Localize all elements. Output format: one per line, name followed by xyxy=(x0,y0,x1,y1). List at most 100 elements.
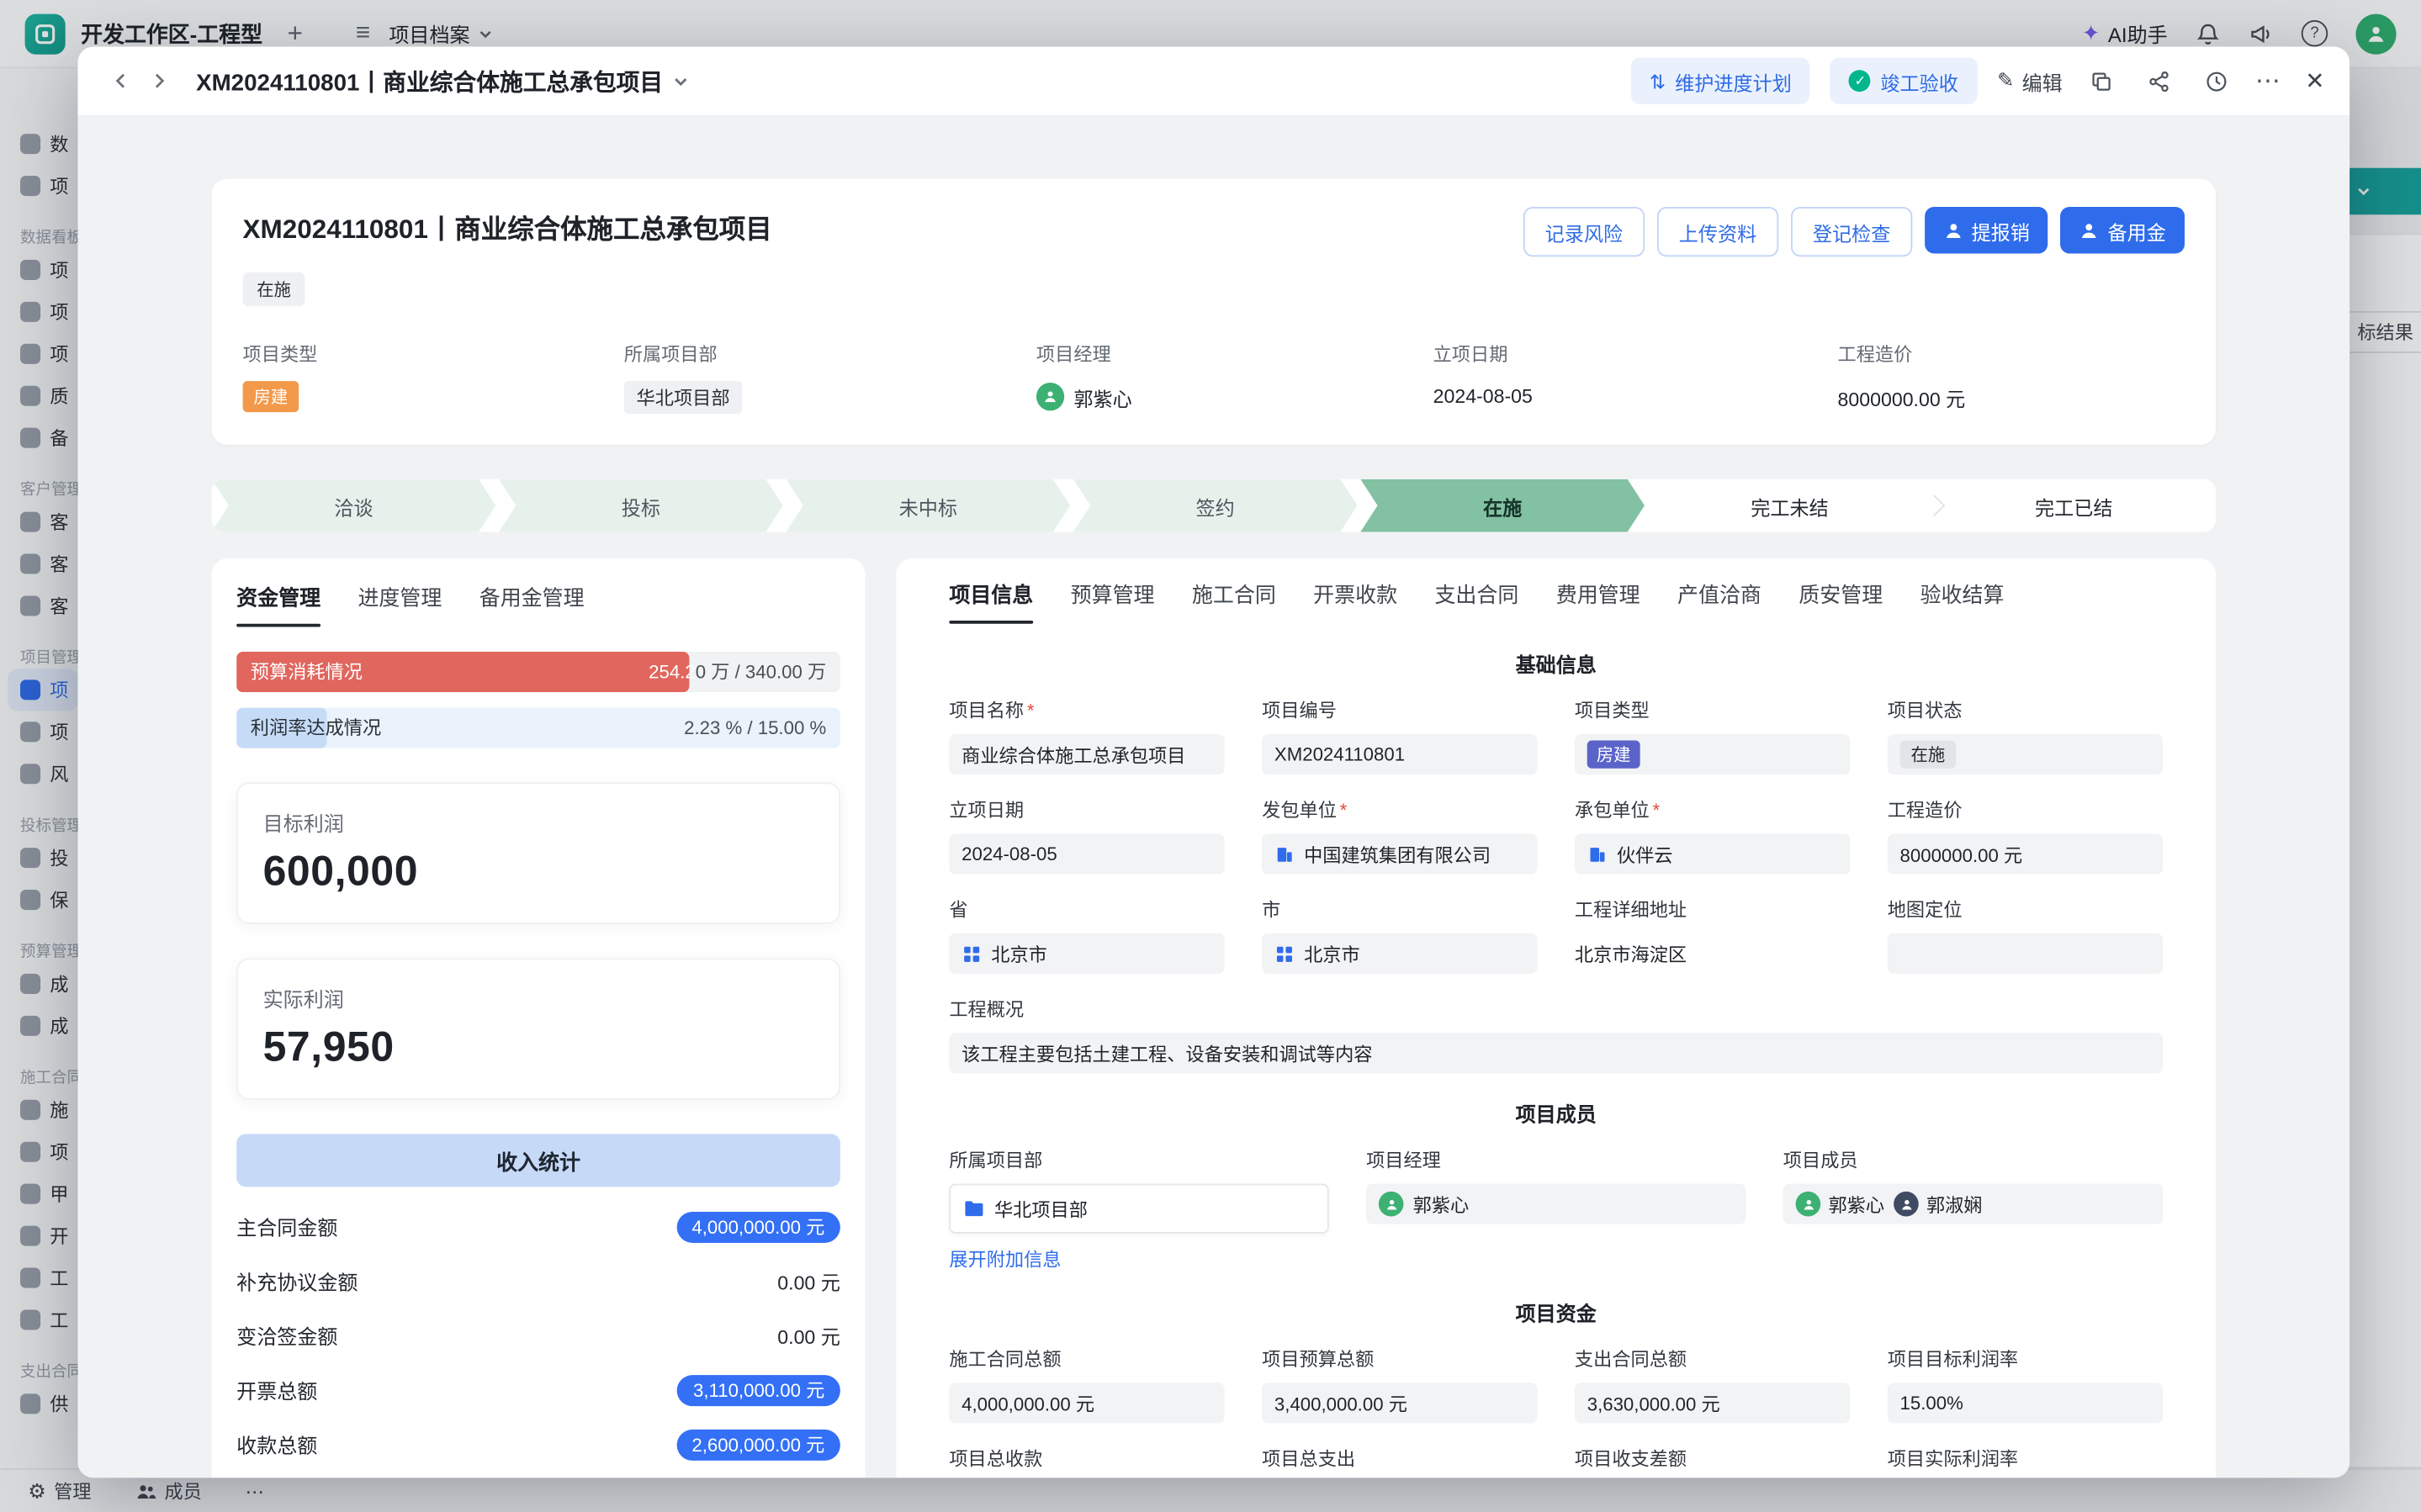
back-icon[interactable] xyxy=(103,62,140,99)
building-icon xyxy=(1587,843,1608,864)
income-statistics-button[interactable]: 收入统计 xyxy=(236,1134,840,1187)
field-project-cost: 工程造价 8000000.00 元 xyxy=(1888,796,2163,874)
summary-field-type: 项目类型 房建 xyxy=(243,341,624,414)
budget-consumption-bar: 预算消耗情况 254.20 万 / 340.00 万 xyxy=(236,652,840,692)
field-address: 工程详细地址 北京市海淀区 xyxy=(1575,896,1850,973)
project-detail-modal: XM2024110801丨商业综合体施工总承包项目 ⇅ 维护进度计划 ✓ 竣工验… xyxy=(77,46,2349,1478)
field-project-type: 项目类型 房建 xyxy=(1575,697,1850,775)
money-value-badge[interactable]: 3,110,000.00 元 xyxy=(678,1374,840,1405)
right-panel-tab[interactable]: 验收结算 xyxy=(1920,577,2005,623)
actual-profit-card: 实际利润 57,950 xyxy=(236,958,840,1099)
more-icon[interactable]: ⋯ xyxy=(2255,66,2281,97)
summary-action-button[interactable]: 记录风险 xyxy=(1523,207,1645,256)
edit-button[interactable]: ✎ 编辑 xyxy=(1997,66,2063,96)
project-type-tag: 房建 xyxy=(243,381,299,412)
left-panel-tab[interactable]: 资金管理 xyxy=(236,580,321,626)
right-panel-tab[interactable]: 质安管理 xyxy=(1799,577,1883,623)
modal-title[interactable]: XM2024110801丨商业综合体施工总承包项目 xyxy=(196,65,690,98)
funds-panel: 资金管理 进度管理 备用金管理 预算消耗情况 254.20 万 / 340.00… xyxy=(212,558,866,1478)
forward-icon[interactable] xyxy=(140,62,177,99)
fund-field: 项目预算总额 3,400,000.00 元 xyxy=(1262,1345,1537,1423)
field-department: 所属项目部 华北项目部 展开附加信息 xyxy=(949,1146,1328,1272)
field-province: 省 北京市 xyxy=(949,896,1224,973)
right-panel-tab[interactable]: 预算管理 xyxy=(1071,577,1155,623)
summary-primary-button[interactable]: 提报销 xyxy=(1925,207,2048,253)
section-basic-info: 基础信息 xyxy=(949,648,2163,678)
team-member: 郭淑娴 xyxy=(1894,1191,1982,1217)
money-row: 变洽签金额 0.00 元 xyxy=(236,1308,840,1363)
money-row: 合同应收 1,000,000.00 元 xyxy=(236,1472,840,1478)
grid-icon xyxy=(1274,944,1295,964)
money-value-badge[interactable]: 0.00 元 xyxy=(777,1266,840,1296)
money-row: 收款总额 2,600,000.00 元 xyxy=(236,1417,840,1472)
target-profit-card: 目标利润 600,000 xyxy=(236,782,840,923)
money-value-badge[interactable]: 2,600,000.00 元 xyxy=(676,1429,840,1460)
copy-icon[interactable] xyxy=(2083,62,2120,99)
status-badge: 在施 xyxy=(243,272,305,307)
profit-rate-bar: 利润率达成情况 2.23 % / 15.00 % xyxy=(236,708,840,748)
fund-field: 施工合同总额 4,000,000.00 元 xyxy=(949,1345,1224,1423)
stepper-step[interactable]: 未中标 xyxy=(786,479,1070,532)
right-panel-tab[interactable]: 费用管理 xyxy=(1556,577,1640,623)
avatar xyxy=(1379,1192,1404,1217)
field-project-code: 项目编号 XM2024110801 xyxy=(1262,697,1537,775)
field-manager: 项目经理 郭紫心 xyxy=(1366,1146,1746,1272)
stepper-step[interactable]: 完工已结 xyxy=(1931,479,2216,532)
summary-field-manager: 项目经理 郭紫心 xyxy=(1036,341,1433,414)
stepper-step[interactable]: 投标 xyxy=(499,479,783,532)
person-icon xyxy=(1943,220,1963,241)
field-map-location: 地图定位 xyxy=(1888,896,2163,973)
money-value-badge[interactable]: 0.00 元 xyxy=(777,1320,840,1350)
right-panel-tab[interactable]: 开票收款 xyxy=(1313,577,1397,623)
summary-field-cost: 工程造价 8000000.00 元 xyxy=(1838,341,2185,414)
right-panel-tab[interactable]: 项目信息 xyxy=(949,577,1033,623)
avatar xyxy=(1796,1192,1821,1217)
section-funds: 项目资金 xyxy=(949,1298,2163,1327)
expand-extra-info-link[interactable]: 展开附加信息 xyxy=(949,1246,1328,1272)
right-panel-tab[interactable]: 支出合同 xyxy=(1434,577,1518,623)
avatar xyxy=(1894,1192,1919,1217)
money-row: 开票总额 3,110,000.00 元 xyxy=(236,1362,840,1417)
field-team-members: 项目成员 郭紫心 xyxy=(1783,1146,2163,1272)
stepper-step[interactable]: 在施 xyxy=(1360,479,1645,532)
project-title: XM2024110801丨商业综合体施工总承包项目 xyxy=(243,207,772,246)
project-stage-stepper: 洽谈 投标 未中标 签约 在施 完工未结 完工已结 xyxy=(212,479,2216,532)
field-start-date: 立项日期 2024-08-05 xyxy=(949,796,1224,874)
modal-header: XM2024110801丨商业综合体施工总承包项目 ⇅ 维护进度计划 ✓ 竣工验… xyxy=(77,46,2349,116)
history-clock-icon[interactable] xyxy=(2198,62,2235,99)
fund-field: 项目收支差额 57,950.00 元 xyxy=(1575,1445,1850,1478)
project-info-panel: 项目信息 预算管理 施工合同 开票收款 支出合同 费用管理 产值洽商 xyxy=(896,558,2216,1478)
field-overview: 工程概况 该工程主要包括土建工程、设备安装和调试等内容 xyxy=(949,996,2163,1073)
field-contractor: 承包单位* 伙伴云 xyxy=(1575,796,1850,874)
app-root: 开发工作区-工程型 + ≡ 项目档案 ✦ AI助手 ? xyxy=(0,0,2421,1512)
stepper-step[interactable]: 洽谈 xyxy=(212,479,496,532)
money-value-badge[interactable]: 4,000,000.00 元 xyxy=(676,1211,840,1242)
sort-icon: ⇅ xyxy=(1650,69,1666,93)
summary-action-button[interactable]: 上传资料 xyxy=(1657,207,1778,256)
stepper-step[interactable]: 完工未结 xyxy=(1648,479,1932,532)
left-panel-tab[interactable]: 备用金管理 xyxy=(479,580,585,626)
summary-field-department: 所属项目部 华北项目部 xyxy=(624,341,1036,414)
summary-primary-button[interactable]: 备用金 xyxy=(2061,207,2185,253)
right-panel-tab[interactable]: 施工合同 xyxy=(1192,577,1276,623)
person-icon xyxy=(2079,220,2100,241)
field-project-status: 项目状态 在施 xyxy=(1888,697,2163,775)
fund-field: 项目目标利润率 15.00% xyxy=(1888,1345,2163,1423)
stepper-step[interactable]: 签约 xyxy=(1073,479,1358,532)
left-panel-tabs: 资金管理 进度管理 备用金管理 xyxy=(236,580,840,626)
completion-acceptance-button[interactable]: ✓ 竣工验收 xyxy=(1830,57,1977,103)
left-panel-tab[interactable]: 进度管理 xyxy=(358,580,442,626)
money-rows: 主合同金额 4,000,000.00 元 补充协议金额 0.00 元 变洽签金额 xyxy=(236,1199,840,1478)
share-icon[interactable] xyxy=(2140,62,2177,99)
check-circle-icon: ✓ xyxy=(1849,70,1871,92)
chevron-down-icon xyxy=(672,72,689,89)
folder-icon xyxy=(963,1197,985,1219)
field-client: 发包单位* 中国建筑集团有限公司 xyxy=(1262,796,1537,874)
close-icon[interactable]: ✕ xyxy=(2305,67,2324,95)
section-members: 项目成员 xyxy=(949,1098,2163,1128)
fund-field: 项目总支出 2,542,050.00 元 xyxy=(1262,1445,1537,1478)
team-member: 郭紫心 xyxy=(1796,1191,1884,1217)
right-panel-tab[interactable]: 产值洽商 xyxy=(1677,577,1761,623)
summary-action-button[interactable]: 登记检查 xyxy=(1791,207,1912,256)
maintain-schedule-button[interactable]: ⇅ 维护进度计划 xyxy=(1630,57,1810,103)
